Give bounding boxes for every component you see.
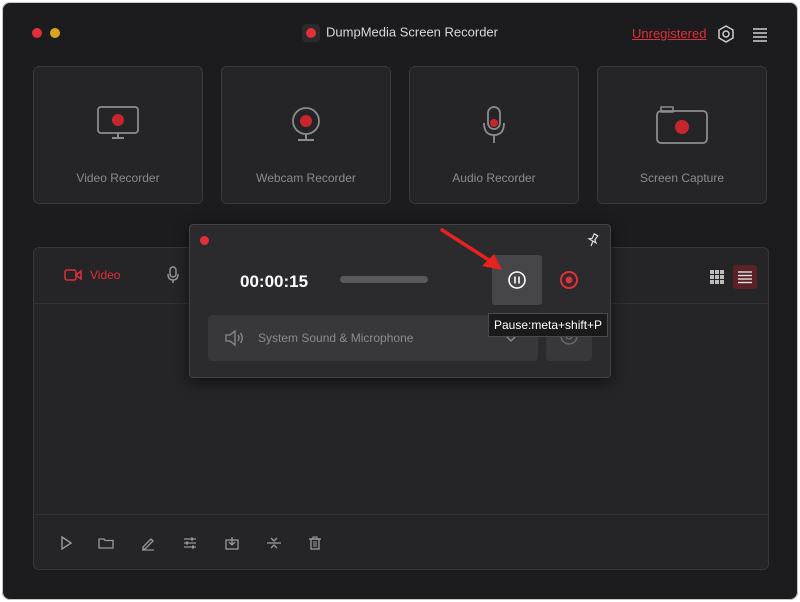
microphone-icon [167,266,179,283]
video-camera-icon [64,269,82,281]
menu-icon[interactable] [750,24,770,44]
tab-audio[interactable] [166,266,180,289]
merge-icon[interactable] [266,535,282,551]
annotation-arrow-icon [440,228,502,270]
stop-record-button[interactable] [557,268,581,297]
tile-screen-capture[interactable]: Screen Capture [597,66,767,204]
tile-video-recorder[interactable]: Video Recorder [33,66,203,204]
tile-label: Video Recorder [76,171,160,185]
recordings-actions [34,514,768,569]
unregistered-link[interactable]: Unregistered [632,26,706,41]
recording-timer: 00:00:15 [240,272,309,291]
titlebar: DumpMedia Screen Recorder Unregistered [2,2,798,62]
app-logo-icon [302,24,321,42]
app-title-text: DumpMedia Screen Recorder [326,24,498,40]
edit-icon[interactable] [140,535,156,551]
microphone-icon [483,106,505,143]
pin-icon[interactable] [586,232,600,252]
settings-gear-icon[interactable] [716,24,736,44]
app-window: DumpMedia Screen Recorder Unregistered V… [2,2,798,600]
settings-sliders-icon[interactable] [182,535,198,551]
recording-control-popup: 00:00:15 System Sound & Microphone [189,224,611,378]
tile-label: Webcam Recorder [256,171,356,185]
webcam-icon [292,107,320,141]
tile-audio-recorder[interactable]: Audio Recorder [409,66,579,204]
speaker-icon [225,329,243,347]
sound-source-label: System Sound & Microphone [258,331,414,345]
folder-icon[interactable] [98,535,114,551]
play-icon[interactable] [58,535,74,551]
list-view-button[interactable] [733,265,757,289]
camera-icon [656,106,708,144]
tile-webcam-recorder[interactable]: Webcam Recorder [221,66,391,204]
tile-label: Audio Recorder [452,171,536,185]
monitor-icon [97,106,139,139]
pause-shortcut-tooltip: Pause:meta+shift+P [488,313,609,337]
recording-progress-bar [340,276,428,283]
tab-video[interactable]: Video [64,268,120,282]
tile-label: Screen Capture [639,171,725,185]
tab-video-label: Video [90,268,121,282]
export-icon[interactable] [224,535,240,551]
popup-close-button[interactable] [200,236,209,245]
trash-icon[interactable] [307,535,323,551]
record-icon [560,271,578,289]
grid-icon [710,270,724,284]
list-icon [738,271,752,284]
grid-view-button[interactable] [705,265,729,289]
